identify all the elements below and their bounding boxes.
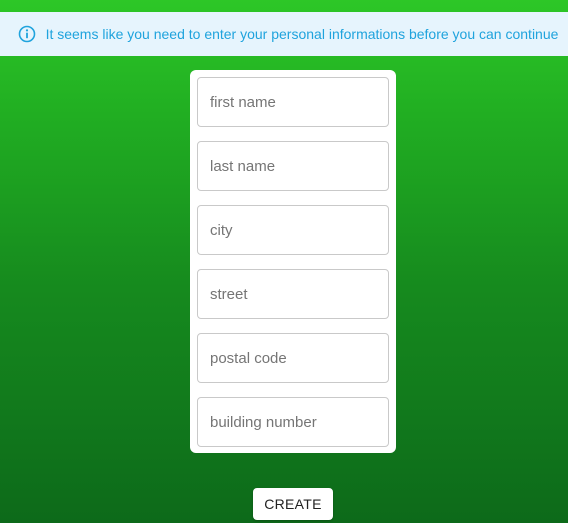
city-input[interactable] [197, 205, 389, 255]
street-input[interactable] [197, 269, 389, 319]
info-message: It seems like you need to enter your per… [45, 26, 559, 42]
building-number-input[interactable] [197, 397, 389, 447]
info-banner: It seems like you need to enter your per… [0, 12, 568, 56]
info-icon [18, 25, 36, 43]
first-name-input[interactable] [197, 77, 389, 127]
create-button[interactable]: CREATE [253, 488, 333, 520]
postal-code-input[interactable] [197, 333, 389, 383]
last-name-input[interactable] [197, 141, 389, 191]
personal-info-form [190, 70, 396, 453]
